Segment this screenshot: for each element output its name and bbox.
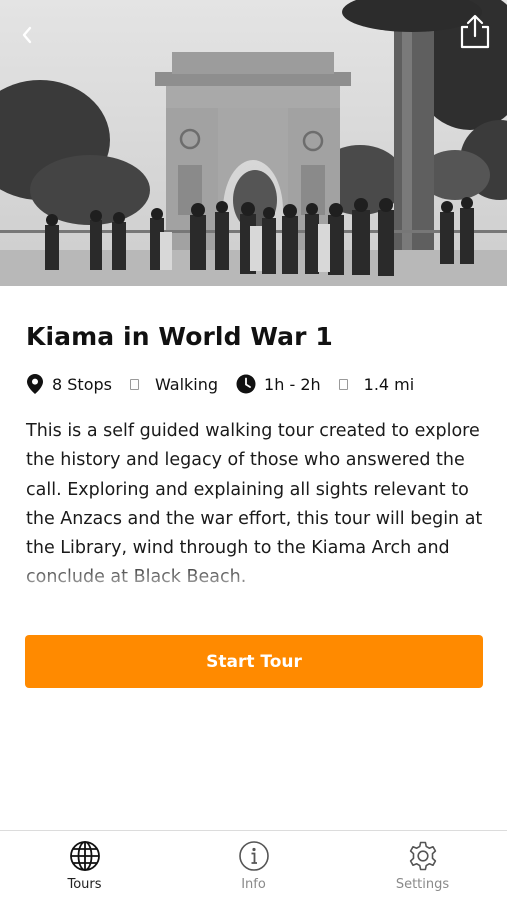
stops-label: 8 Stops (52, 374, 112, 394)
distance-info: 1.4 mi (338, 374, 415, 394)
clock-icon (236, 374, 256, 394)
back-button[interactable] (12, 20, 42, 50)
distance-icon (338, 378, 348, 390)
gear-icon (409, 841, 436, 871)
hero-photo (0, 0, 507, 286)
chevron-left-icon (22, 26, 32, 44)
info-icon (238, 841, 269, 871)
stops-info: 8 Stops (26, 373, 112, 395)
tab-settings[interactable]: Settings (338, 831, 507, 901)
duration-label: 1h - 2h (264, 374, 321, 394)
walking-icon (129, 378, 139, 390)
globe-icon (69, 841, 100, 871)
tour-meta: 8 Stops Walking 1h - 2h 1.4 mi (26, 372, 432, 396)
tab-tours-label: Tours (67, 877, 102, 892)
tour-title: Kiama in World War 1 (26, 322, 333, 351)
memorial-arch-photo (0, 0, 507, 286)
description-fade (0, 560, 507, 596)
distance-label: 1.4 mi (363, 374, 415, 394)
mode-label: Walking (154, 374, 219, 394)
tab-info-label: Info (241, 877, 266, 892)
share-icon (460, 14, 490, 49)
tab-tours[interactable]: Tours (0, 831, 169, 901)
share-button[interactable] (455, 12, 495, 52)
tab-settings-label: Settings (395, 877, 450, 892)
bottom-tab-bar: Tours Info Settings (0, 830, 507, 901)
mode-info: Walking (129, 374, 219, 394)
map-pin-icon (26, 373, 44, 395)
duration-info: 1h - 2h (236, 374, 321, 394)
start-tour-button[interactable]: Start Tour (25, 635, 483, 688)
tab-info[interactable]: Info (169, 831, 338, 901)
